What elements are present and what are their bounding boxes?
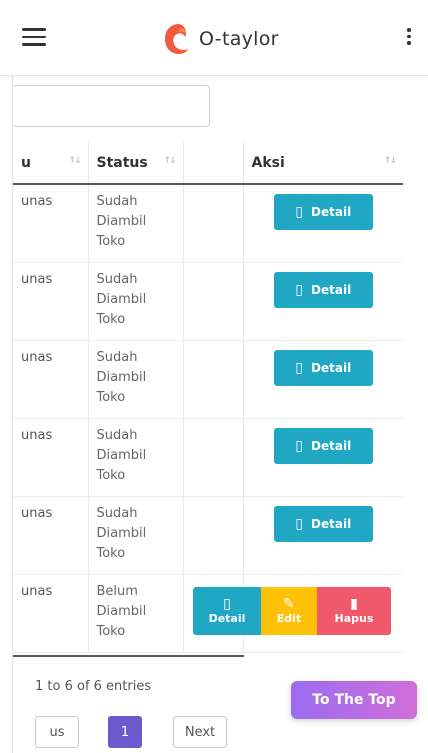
document-icon: ▯	[295, 437, 304, 454]
action-cell: ▯ Detail	[242, 262, 403, 341]
brand-name: O-taylor	[199, 28, 279, 50]
next-page-button[interactable]: Next	[173, 716, 227, 748]
row-cell-partial: unas	[13, 496, 88, 575]
empty-cell	[182, 184, 243, 263]
document-icon: ▯	[223, 596, 231, 612]
orders-table: u ↑↓ Status ↑↓ Aksi ↑↓ unas Sudah Diambi…	[13, 142, 403, 653]
row-action-group: ▯ Detail ✎ Edit ▮ Hapus	[193, 587, 391, 635]
document-icon: ▯	[295, 204, 304, 220]
detail-button[interactable]: ▯ Detail	[273, 271, 373, 308]
row-cell-partial: unas	[13, 418, 88, 497]
detail-button[interactable]: ▯ Detail	[273, 194, 373, 230]
table-row: unas Sudah Diambil Toko ▯ Detail	[13, 418, 403, 497]
status-cell: Sudah Diambil Toko	[87, 184, 183, 263]
detail-button[interactable]: ▯ Detail	[273, 505, 373, 542]
edit-button[interactable]: ✎ Edit	[261, 587, 317, 635]
page-1-button[interactable]: 1	[108, 716, 142, 748]
document-icon: ▯	[295, 281, 304, 298]
previous-page-button[interactable]: us	[35, 716, 79, 748]
status-cell: Sudah Diambil Toko	[87, 340, 183, 419]
empty-cell	[182, 418, 243, 497]
detail-button[interactable]: ▯ Detail	[273, 349, 373, 386]
action-cell: ▯ Detail	[242, 340, 403, 419]
edit-icon: ✎	[283, 596, 295, 612]
table-row: unas Sudah Diambil Toko ▯ Detail	[13, 262, 403, 341]
content-area: u ↑↓ Status ↑↓ Aksi ↑↓ unas Sudah Diambi…	[12, 76, 428, 753]
hamburger-menu-icon[interactable]	[22, 28, 46, 46]
action-cell: ▯ Detail	[242, 496, 403, 575]
column-header-blank	[182, 142, 243, 185]
action-cell: ▯ Detail	[242, 184, 403, 263]
sort-icon: ↑↓	[68, 156, 81, 166]
column-header-status[interactable]: Status ↑↓	[87, 142, 183, 185]
detail-button[interactable]: ▯ Detail	[193, 587, 261, 635]
row-cell-partial: unas	[13, 340, 88, 419]
table-row: unas Sudah Diambil Toko ▯ Detail	[13, 496, 403, 575]
brand[interactable]: O-taylor	[161, 22, 279, 56]
column-header-partial[interactable]: u ↑↓	[13, 142, 88, 185]
empty-cell	[182, 496, 243, 575]
empty-cell	[182, 262, 243, 341]
top-navbar: O-taylor	[0, 0, 428, 76]
delete-button[interactable]: ▮ Hapus	[317, 587, 391, 635]
status-cell: Sudah Diambil Toko	[87, 496, 183, 575]
detail-button[interactable]: ▯ Detail	[273, 427, 373, 464]
document-icon: ▯	[295, 359, 304, 376]
status-cell: Belum Diambil Toko	[87, 574, 183, 653]
trash-icon: ▮	[350, 596, 358, 612]
more-options-icon[interactable]	[404, 28, 414, 50]
empty-cell	[182, 340, 243, 419]
status-cell: Sudah Diambil Toko	[87, 418, 183, 497]
sort-icon: ↑↓	[383, 156, 397, 166]
column-header-aksi[interactable]: Aksi ↑↓	[242, 142, 403, 185]
search-input[interactable]	[13, 85, 210, 127]
row-cell-partial: unas	[13, 184, 88, 263]
table-footer-divider	[13, 655, 244, 657]
entries-info: 1 to 6 of 6 entries	[35, 679, 152, 694]
sort-icon: ↑↓	[163, 156, 176, 166]
scroll-to-top-button[interactable]: To The Top	[291, 681, 417, 719]
row-cell-partial: unas	[13, 574, 88, 653]
row-cell-partial: unas	[13, 262, 88, 341]
brand-logo-icon	[165, 24, 188, 54]
table-row: unas Sudah Diambil Toko ▯ Detail	[13, 184, 403, 263]
document-icon: ▯	[295, 515, 304, 532]
table-row: unas Sudah Diambil Toko ▯ Detail	[13, 340, 403, 419]
status-cell: Sudah Diambil Toko	[87, 262, 183, 341]
action-cell: ▯ Detail	[242, 418, 403, 497]
table-header-row: u ↑↓ Status ↑↓ Aksi ↑↓	[13, 142, 403, 185]
